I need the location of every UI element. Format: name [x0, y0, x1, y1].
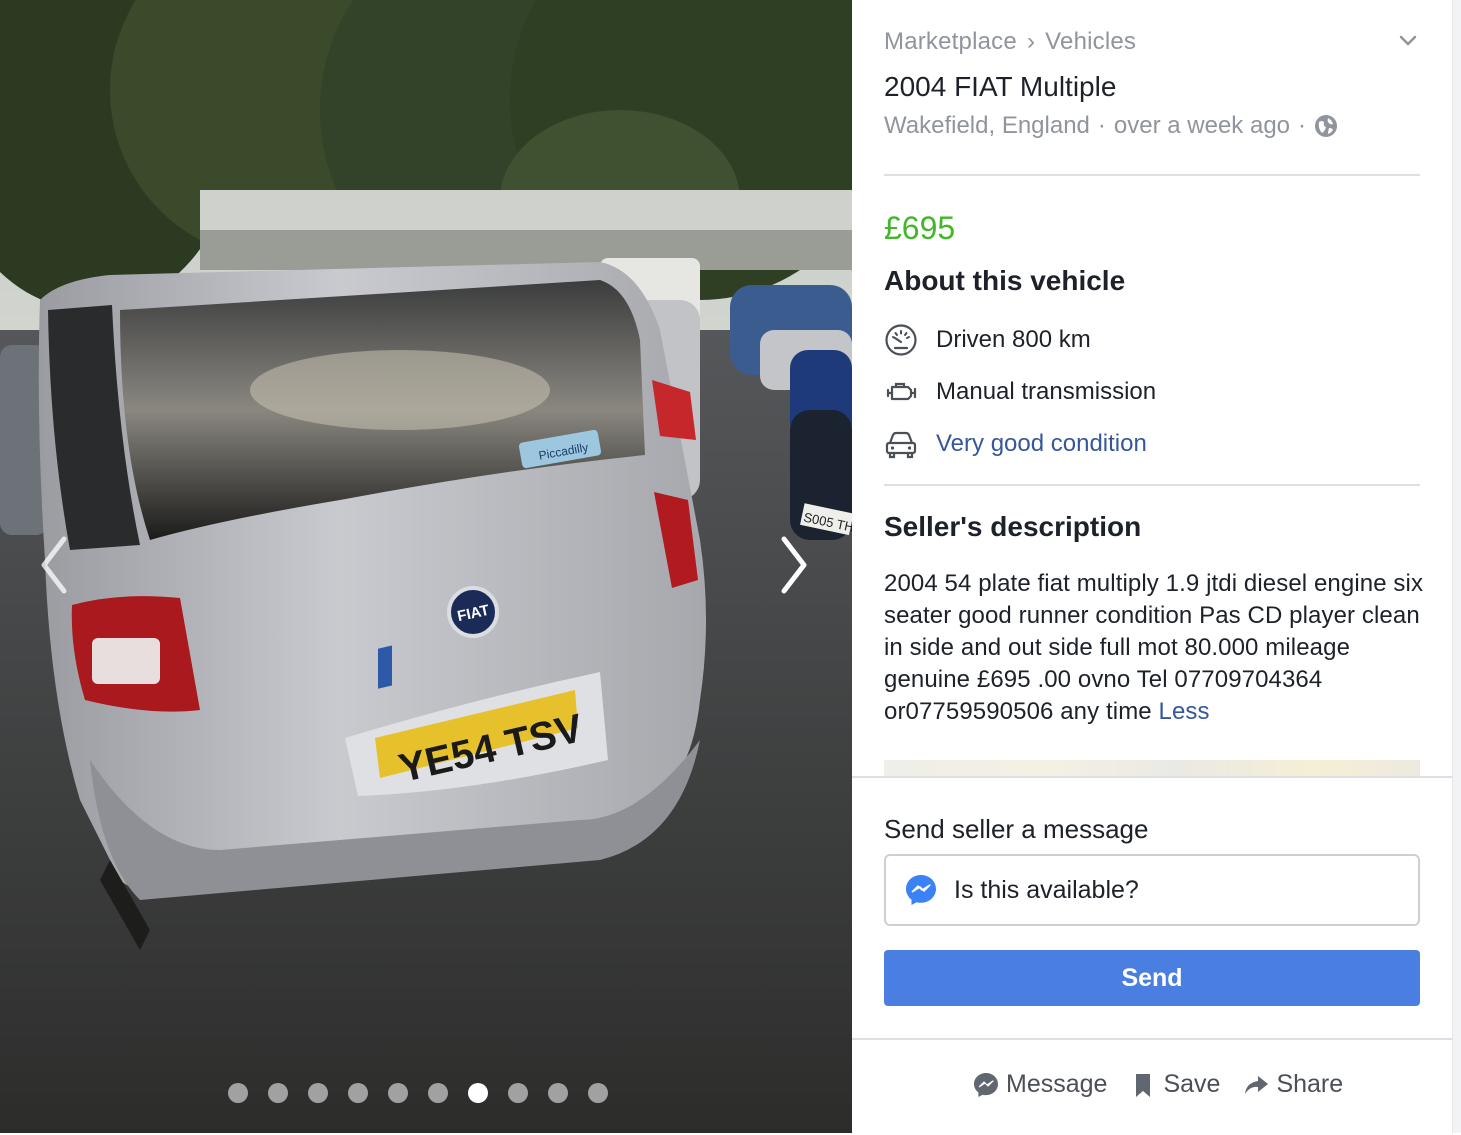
photo-pagination — [228, 1083, 608, 1103]
photo-dot-5[interactable] — [388, 1083, 408, 1103]
chevron-down-icon[interactable] — [1398, 30, 1418, 50]
photo-dot-6[interactable] — [428, 1083, 448, 1103]
meta-separator: · — [1298, 112, 1307, 139]
message-action-label[interactable]: Message — [1006, 1070, 1107, 1099]
attribute-transmission-label: Manual transmission — [936, 378, 1157, 405]
send-message-label: Send seller a message — [884, 814, 1149, 844]
listing-location[interactable]: Wakefield, England — [884, 112, 1090, 140]
listing-meta: Wakefield, England · over a week ago · — [884, 112, 1338, 140]
breadcrumb-marketplace-link[interactable]: Marketplace — [884, 28, 1017, 55]
messenger-outline-icon — [974, 1072, 998, 1097]
next-photo-button[interactable] — [772, 530, 816, 600]
share-action-label[interactable]: Share — [1276, 1070, 1343, 1099]
divider — [884, 484, 1420, 486]
previous-photo-button[interactable] — [32, 530, 76, 600]
messenger-icon — [906, 875, 936, 905]
breadcrumb: Marketplace › Vehicles — [884, 28, 1136, 56]
breadcrumb-separator: › — [1026, 28, 1036, 55]
photo-dot-1[interactable] — [228, 1083, 248, 1103]
attribute-condition-label[interactable]: Very good condition — [936, 430, 1147, 458]
save-action-label[interactable]: Save — [1163, 1070, 1220, 1099]
listing-actions: Message Save Share — [972, 1070, 1343, 1099]
message-action-button[interactable]: Message — [972, 1070, 1107, 1099]
scrollbar-track[interactable] — [1452, 0, 1461, 1133]
attribute-transmission: Manual transmission — [884, 374, 1156, 410]
message-input[interactable]: Is this available? — [884, 854, 1420, 926]
photo-dot-10[interactable] — [588, 1083, 608, 1103]
listing-photo: S005 TH Piccadilly FIAT YE54 TSV — [0, 0, 852, 1133]
photo-dot-3[interactable] — [308, 1083, 328, 1103]
message-section: Send seller a message Is this available?… — [852, 776, 1452, 1135]
listing-time: over a week ago — [1113, 112, 1291, 139]
location-map-preview[interactable] — [884, 760, 1420, 776]
share-arrow-icon — [1245, 1075, 1269, 1094]
send-button[interactable]: Send — [884, 950, 1420, 1006]
share-action-button[interactable]: Share — [1242, 1070, 1343, 1099]
photo-viewer[interactable]: S005 TH Piccadilly FIAT YE54 TSV — [0, 0, 852, 1133]
bookmark-icon — [1136, 1073, 1151, 1097]
breadcrumb-vehicles-link[interactable]: Vehicles — [1045, 28, 1136, 55]
message-input-value[interactable]: Is this available? — [954, 876, 1139, 905]
listing-title: 2004 FIAT Multiple — [884, 71, 1117, 102]
show-less-link[interactable]: Less — [1159, 698, 1210, 725]
photo-dot-7[interactable] — [468, 1083, 488, 1103]
save-action-button[interactable]: Save — [1129, 1070, 1220, 1099]
attribute-mileage: Driven 800 km — [884, 322, 1091, 358]
meta-separator: · — [1097, 112, 1106, 139]
photo-dot-9[interactable] — [548, 1083, 568, 1103]
chevron-right-icon — [781, 536, 807, 594]
chevron-left-icon — [41, 536, 67, 594]
speedometer-icon — [885, 324, 917, 356]
photo-dot-4[interactable] — [348, 1083, 368, 1103]
seller-description: 2004 54 plate fiat multiply 1.9 jtdi die… — [884, 568, 1424, 728]
globe-icon — [1315, 115, 1338, 137]
photo-dot-2[interactable] — [268, 1083, 288, 1103]
about-vehicle-heading: About this vehicle — [884, 265, 1126, 296]
attribute-condition[interactable]: Very good condition — [884, 426, 1147, 462]
divider — [884, 174, 1420, 176]
listing-details-panel: Marketplace › Vehicles 2004 FIAT Multiple … — [852, 0, 1452, 1135]
engine-icon — [886, 382, 917, 401]
car-icon — [885, 431, 917, 459]
attribute-mileage-label: Driven 800 km — [936, 326, 1091, 353]
seller-description-heading: Seller's description — [884, 511, 1142, 542]
listing-price: £695 — [884, 210, 956, 246]
divider — [852, 1038, 1452, 1040]
seller-description-text: 2004 54 plate fiat multiply 1.9 jtdi die… — [884, 570, 1424, 725]
photo-dot-8[interactable] — [508, 1083, 528, 1103]
